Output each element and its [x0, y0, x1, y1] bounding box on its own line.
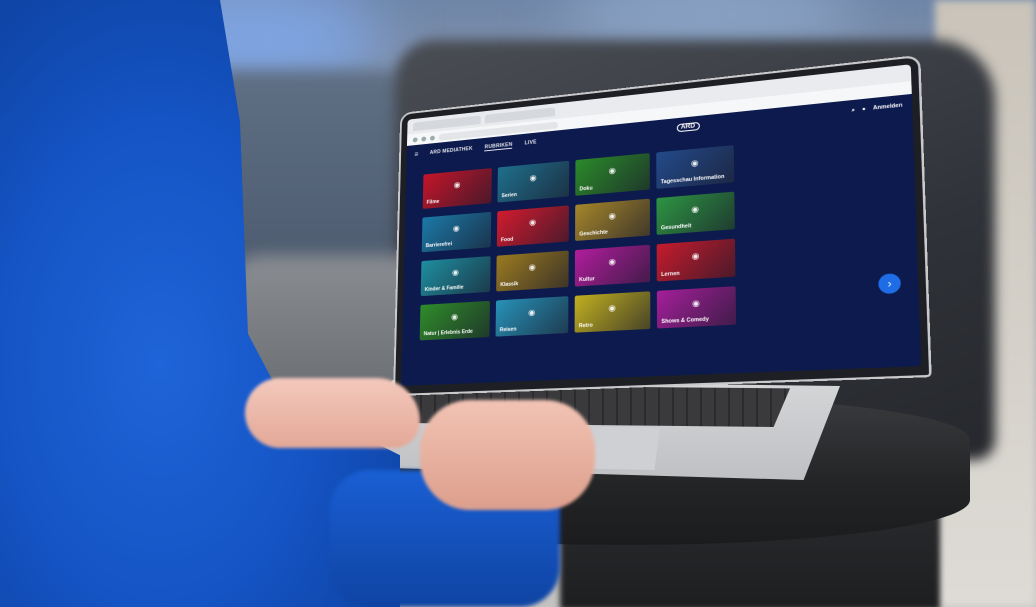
reload-icon[interactable]: [429, 135, 435, 141]
ard-logo[interactable]: ARD: [676, 121, 700, 133]
category-tile-label: Natur | Erlebnis Erde: [423, 328, 473, 338]
category-tile-label: Gesundheit: [660, 223, 692, 232]
category-tile[interactable]: ◉ Serien: [497, 160, 570, 203]
menu-icon[interactable]: ≡: [414, 151, 418, 158]
news-icon: ◉: [690, 158, 699, 169]
user-icon[interactable]: ●: [862, 106, 866, 113]
category-tile[interactable]: ◉ Natur | Erlebnis Erde: [419, 300, 490, 341]
category-tile[interactable]: ◉ Barrierefrei: [421, 211, 492, 253]
travel-icon: ◉: [528, 308, 536, 318]
category-tile[interactable]: ◉ Kultur: [574, 244, 651, 287]
left-hand: [245, 378, 420, 448]
category-tile[interactable]: ◉ Reisen: [495, 296, 569, 337]
category-tile[interactable]: ◉ Food: [496, 205, 569, 247]
category-tile[interactable]: ◉ Tagesschau Information: [656, 145, 735, 189]
category-tile-label: Shows & Comedy: [661, 316, 709, 326]
login-link[interactable]: Anmelden: [873, 102, 903, 111]
category-tile[interactable]: ◉ Filme: [422, 168, 492, 209]
category-tile[interactable]: ◉ Retro: [574, 291, 651, 333]
category-tile-label: Klassik: [500, 281, 519, 289]
category-tile[interactable]: ◉ Doku: [575, 153, 650, 196]
person-icon: ◉: [529, 173, 537, 183]
food-icon: ◉: [529, 217, 537, 228]
film-icon: ◉: [453, 180, 461, 190]
category-tile-label: Serien: [501, 192, 517, 200]
category-tile-label: Kinder & Familie: [424, 284, 464, 293]
category-tile-label: Filme: [426, 198, 440, 206]
accessibility-icon: ◉: [452, 224, 460, 234]
category-tile-label: Lernen: [661, 270, 680, 279]
category-tile[interactable]: ◉ Klassik: [496, 250, 569, 292]
music-icon: ◉: [528, 262, 536, 273]
camera-icon: ◉: [608, 166, 616, 176]
category-tile[interactable]: ◉ Lernen: [656, 238, 736, 282]
category-tile[interactable]: ◉ Gesundheit: [656, 191, 735, 235]
category-tile-label: Tagesschau Information: [660, 173, 725, 186]
back-icon[interactable]: [412, 136, 418, 143]
category-tile-label: Retro: [578, 322, 593, 330]
right-hand: [420, 400, 595, 510]
category-tile[interactable]: ◉ Kinder & Familie: [420, 256, 491, 297]
category-tile-label: Barrierefrei: [425, 241, 453, 250]
shows-icon: ◉: [691, 298, 700, 309]
history-icon: ◉: [608, 211, 616, 222]
brand-link[interactable]: ARD MEDIATHEK: [430, 146, 473, 156]
category-tile-label: Reisen: [499, 326, 517, 334]
category-tile[interactable]: ◉ Shows & Comedy: [656, 286, 737, 329]
family-icon: ◉: [451, 268, 459, 278]
search-icon[interactable]: ⌕: [852, 107, 856, 114]
category-tile-label: Geschichte: [579, 229, 608, 238]
learn-icon: ◉: [691, 251, 700, 262]
nav-live[interactable]: LIVE: [525, 139, 537, 146]
retro-icon: ◉: [608, 303, 616, 314]
laptop-screen: ≡ ARD MEDIATHEK RUBRIKEN LIVE ARD ⌕ ● An…: [401, 64, 922, 386]
health-icon: ◉: [691, 204, 700, 215]
photo-scene: ≡ ARD MEDIATHEK RUBRIKEN LIVE ARD ⌕ ● An…: [0, 0, 1036, 607]
forward-icon[interactable]: [421, 135, 427, 142]
category-tile-label: Kultur: [579, 276, 595, 284]
header-actions: ⌕ ● Anmelden: [852, 102, 903, 113]
nature-icon: ◉: [451, 312, 459, 322]
culture-icon: ◉: [608, 257, 616, 267]
category-tile[interactable]: ◉ Geschichte: [575, 198, 651, 242]
category-tile-label: Food: [500, 236, 514, 244]
nav-rubriken[interactable]: RUBRIKEN: [484, 141, 513, 151]
laptop-lid: ≡ ARD MEDIATHEK RUBRIKEN LIVE ARD ⌕ ● An…: [395, 57, 930, 395]
category-tile-label: Doku: [579, 185, 593, 193]
